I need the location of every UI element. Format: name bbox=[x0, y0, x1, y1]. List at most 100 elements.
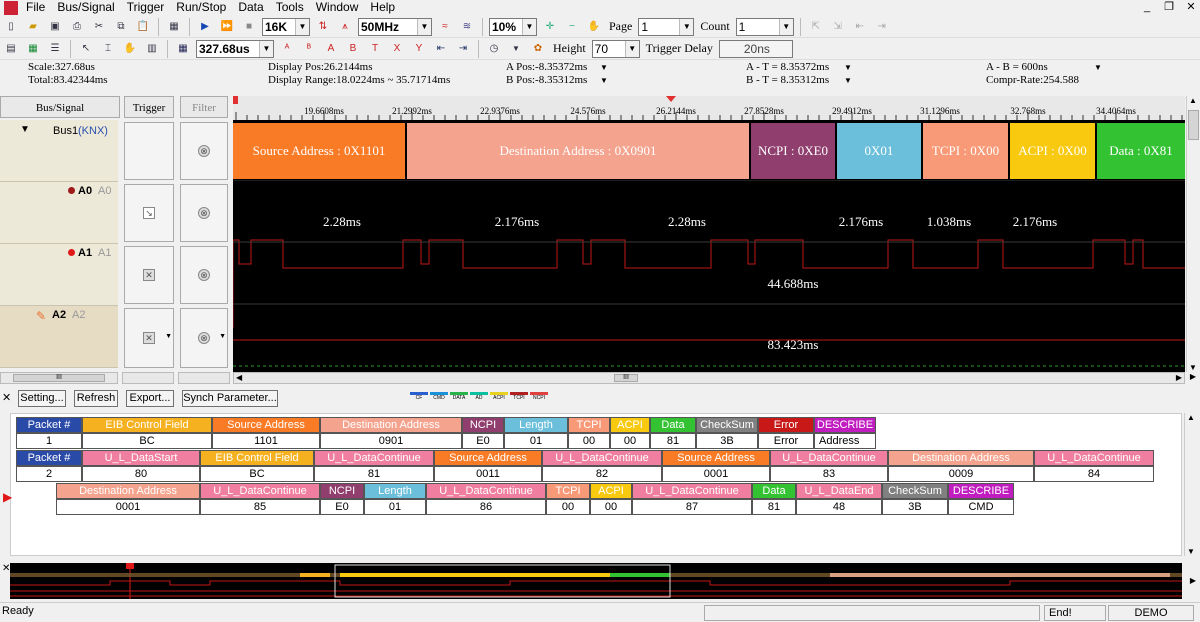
zoom-out-icon[interactable]: − bbox=[563, 18, 581, 36]
filter-cell-a1[interactable]: ⊗ bbox=[180, 246, 228, 304]
chevron-right-icon[interactable]: ▶ bbox=[1176, 373, 1182, 382]
filter-cell-a0[interactable]: ⊗ bbox=[180, 184, 228, 242]
open-folder-icon[interactable]: ▰ bbox=[24, 18, 42, 36]
collapse-triangle-icon[interactable]: ▼ bbox=[20, 124, 30, 135]
page-select[interactable]: 1 ▼ bbox=[638, 17, 695, 36]
time-select[interactable]: 327.68us ▼ bbox=[196, 39, 274, 58]
trigger-delay-value[interactable]: 20ns bbox=[718, 39, 793, 58]
page-icon[interactable]: ✋ bbox=[585, 18, 603, 36]
waveform-view[interactable]: 19.6608ms 21.2992ms 22.9376ms 24.576ms 2… bbox=[233, 96, 1185, 372]
cut-icon[interactable]: ✂ bbox=[90, 18, 108, 36]
jump-icon[interactable]: ⇥ bbox=[454, 40, 472, 58]
filter-cell-bus1[interactable]: ⊗ bbox=[180, 122, 228, 180]
chevron-up-icon[interactable]: ▲ bbox=[1187, 413, 1195, 422]
bar-icon[interactable]: A bbox=[322, 40, 340, 58]
trigger-hscrollbar[interactable] bbox=[122, 372, 174, 384]
menu-help[interactable]: Help bbox=[364, 0, 401, 15]
scroll-thumb[interactable]: III bbox=[614, 374, 638, 382]
trigger-cell-a0[interactable]: ↘ bbox=[124, 184, 174, 242]
synch-parameter-button[interactable]: Synch Parameter... bbox=[182, 390, 278, 407]
waveform-alt-icon[interactable]: ≋ bbox=[458, 18, 476, 36]
minimize-icon[interactable]: _ bbox=[1136, 0, 1158, 15]
bar-icon[interactable]: B bbox=[344, 40, 362, 58]
chevron-down-icon[interactable]: ▼ bbox=[600, 63, 608, 72]
chevron-down-icon[interactable]: ▼ bbox=[844, 76, 852, 85]
grid-icon[interactable]: ▦ bbox=[174, 40, 192, 58]
menu-data[interactable]: Data bbox=[232, 0, 269, 15]
calculator-icon[interactable]: ▤ bbox=[2, 40, 20, 58]
jump-icon[interactable]: ⇤ bbox=[432, 40, 450, 58]
close-icon[interactable]: ✕ bbox=[1180, 0, 1200, 15]
save-icon[interactable]: ▣ bbox=[46, 18, 64, 36]
palette-icon[interactable]: ✿ bbox=[529, 40, 547, 58]
chevron-down-icon[interactable]: ▼ bbox=[844, 63, 852, 72]
waveform-hscrollbar[interactable]: ◀ III ▶ bbox=[233, 372, 1185, 384]
signal-row-bus1[interactable]: ▼ Bus1 (KNX) bbox=[0, 120, 118, 182]
scroll-thumb[interactable] bbox=[1188, 110, 1199, 140]
chevron-down-icon[interactable]: ▼ bbox=[165, 333, 172, 340]
chevron-down-icon[interactable]: ▼ bbox=[600, 76, 608, 85]
bar-icon[interactable]: Y bbox=[410, 40, 428, 58]
zoom-select[interactable]: 10% ▼ bbox=[489, 17, 537, 36]
pointer-icon[interactable]: ↖ bbox=[77, 40, 95, 58]
paste-icon[interactable]: 📋 bbox=[134, 18, 152, 36]
menu-bus-signal[interactable]: Bus/Signal bbox=[51, 0, 120, 15]
height-select[interactable]: 70 ▼ bbox=[591, 39, 640, 58]
chevron-down-icon[interactable]: ▼ bbox=[1187, 547, 1195, 556]
menu-run-stop[interactable]: Run/Stop bbox=[170, 0, 232, 15]
new-file-icon[interactable]: ▯ bbox=[2, 18, 20, 36]
waveform-icon[interactable]: ≈ bbox=[436, 18, 454, 36]
chevron-down-icon[interactable]: ▼ bbox=[1094, 63, 1102, 72]
bus-segment-length[interactable]: 0X01 bbox=[837, 123, 921, 179]
chevron-down-icon[interactable]: ▼ bbox=[1189, 363, 1197, 372]
hand-icon[interactable]: ✋ bbox=[121, 40, 139, 58]
setup-icon[interactable]: ▦ bbox=[165, 18, 183, 36]
table-vscrollbar[interactable]: ▲ ▼ bbox=[1184, 413, 1198, 556]
run-icon[interactable]: ▶ bbox=[196, 18, 214, 36]
print-icon[interactable]: ⎙ bbox=[68, 18, 86, 36]
setting-button[interactable]: Setting... bbox=[18, 390, 66, 407]
table-icon[interactable]: ▦ bbox=[24, 40, 42, 58]
menu-tools[interactable]: Tools bbox=[270, 0, 310, 15]
cursor-a-icon[interactable]: ᴬ bbox=[278, 40, 296, 58]
signal-row-a1[interactable]: A1 A1 bbox=[0, 244, 118, 306]
list-icon[interactable]: ☰ bbox=[46, 40, 64, 58]
waveform-vscrollbar[interactable]: ▲ ▼ bbox=[1186, 96, 1200, 372]
bus-segment-destination-address[interactable]: Destination Address : 0X0901 bbox=[407, 123, 749, 179]
filter-cell-a2[interactable]: ⊗ ▼ bbox=[180, 308, 228, 368]
copy-icon[interactable]: ⧉ bbox=[112, 18, 130, 36]
run-repeat-icon[interactable]: ⏩ bbox=[218, 18, 236, 36]
overview-strip[interactable] bbox=[10, 563, 1182, 599]
signal-row-a2[interactable]: ✎ A2 A2 bbox=[0, 306, 118, 368]
count-select[interactable]: 1 ▼ bbox=[735, 17, 794, 36]
chevron-left-icon[interactable]: ◀ bbox=[236, 373, 242, 382]
chevron-right-icon[interactable]: ▶ bbox=[1186, 372, 1200, 384]
menu-window[interactable]: Window bbox=[310, 0, 365, 15]
clock-icon[interactable]: ◷ bbox=[485, 40, 503, 58]
cursor-icon[interactable]: ⌶ bbox=[99, 40, 117, 58]
sample-rate-select[interactable]: 50MHz ▼ bbox=[358, 17, 432, 36]
trigger-cell-bus1[interactable] bbox=[124, 122, 174, 180]
zoom-in-icon[interactable]: ✛ bbox=[541, 18, 559, 36]
signal-icon[interactable]: ⩚ bbox=[336, 18, 354, 36]
chevron-down-icon[interactable]: ▼ bbox=[219, 333, 226, 340]
stop-icon[interactable]: ■ bbox=[240, 18, 258, 36]
close-icon[interactable]: ✕ bbox=[2, 391, 11, 404]
menu-file[interactable]: File bbox=[20, 0, 51, 15]
chevron-down-icon[interactable]: ▼ bbox=[507, 40, 525, 58]
bus-segment-ncpi[interactable]: NCPI : 0XE0 bbox=[751, 123, 835, 179]
chevron-up-icon[interactable]: ▲ bbox=[1189, 96, 1197, 105]
sample-depth-select[interactable]: 16K ▼ bbox=[262, 17, 310, 36]
marker-icon[interactable]: ▥ bbox=[143, 40, 161, 58]
trigger-edge-icon[interactable]: ⇅ bbox=[314, 18, 332, 36]
packet-table[interactable]: Packet # EIB Control Field Source Addres… bbox=[3, 413, 1182, 556]
bus-segment-source-address[interactable]: Source Address : 0X1101 bbox=[233, 123, 405, 179]
name-hscrollbar[interactable]: III bbox=[0, 372, 118, 384]
bar-icon[interactable]: T bbox=[366, 40, 384, 58]
trigger-cell-a2[interactable]: ✕ ▼ bbox=[124, 308, 174, 368]
bus-segment-acpi[interactable]: ACPI : 0X00 bbox=[1010, 123, 1095, 179]
bar-icon[interactable]: X bbox=[388, 40, 406, 58]
trigger-cell-a1[interactable]: ✕ bbox=[124, 246, 174, 304]
time-ruler[interactable]: 19.6608ms 21.2992ms 22.9376ms 24.576ms 2… bbox=[233, 96, 1185, 120]
menu-trigger[interactable]: Trigger bbox=[121, 0, 171, 15]
